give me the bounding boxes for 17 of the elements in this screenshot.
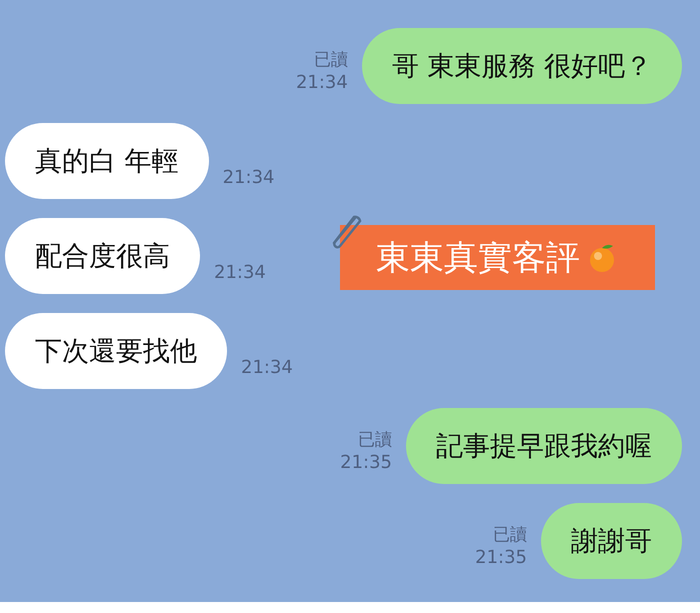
message-time: 21:34 bbox=[241, 356, 293, 379]
message-bubble: 配合度很高 bbox=[5, 218, 200, 294]
fruit-icon bbox=[588, 242, 616, 272]
message-time: 21:34 bbox=[296, 70, 348, 94]
message-time: 21:35 bbox=[475, 546, 527, 569]
sticker-text: 東東真實客評 bbox=[376, 236, 580, 280]
message-time: 21:35 bbox=[340, 450, 392, 474]
read-receipt: 已讀 bbox=[314, 48, 348, 71]
message-bubble: 記事提早跟我約喔 bbox=[406, 408, 682, 484]
read-receipt: 已讀 bbox=[358, 428, 392, 451]
message-bubble: 哥 東東服務 很好吧？ bbox=[362, 28, 682, 104]
message-bubble: 真的白 年輕 bbox=[5, 123, 209, 199]
read-receipt: 已讀 bbox=[493, 524, 527, 546]
message-time: 21:34 bbox=[222, 166, 274, 189]
message-bubble: 謝謝哥 bbox=[541, 503, 682, 579]
message-bubble: 下次還要找他 bbox=[5, 313, 227, 389]
message-time: 21:34 bbox=[214, 260, 266, 284]
